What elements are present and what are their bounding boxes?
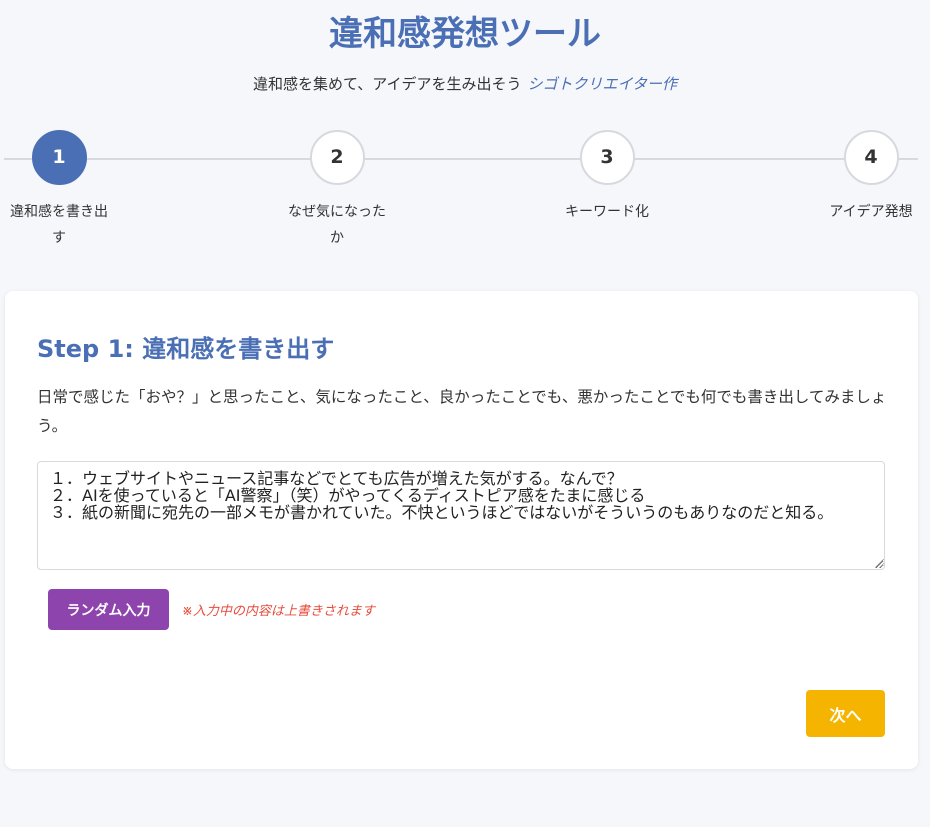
step-2-circle: 2: [309, 130, 365, 185]
step-1: 1 違和感を書き出す: [0, 130, 119, 251]
step-3-circle: 3: [579, 130, 635, 185]
random-input-button[interactable]: ランダム入力: [48, 589, 169, 630]
step-4-circle: 4: [843, 130, 899, 185]
discomfort-input[interactable]: １．ウェブサイトやニュース記事などでとても広告が増えた気がする。なんで？ ２．A…: [37, 461, 885, 570]
step-3: 3 キーワード化: [547, 130, 667, 225]
overwrite-warning: ※入力中の内容は上書きされます: [182, 604, 375, 619]
step-4-label: アイデア発想: [829, 204, 913, 220]
resize-handle-icon[interactable]: [875, 559, 884, 568]
app-title: 違和感発想ツール: [329, 14, 601, 54]
step-title: Step 1: 違和感を書き出す: [37, 335, 335, 363]
step-2: 2 なぜ気になったか: [277, 130, 397, 251]
step-1-circle: 1: [31, 130, 87, 185]
step-card: Step 1: 違和感を書き出す 日常で感じた「おや？」と思ったこと、気になった…: [5, 291, 918, 769]
step-4: 4 アイデア発想: [811, 130, 930, 225]
step-2-label: なぜ気になったか: [288, 204, 386, 246]
step-connector-line: [4, 158, 918, 160]
next-button[interactable]: 次へ: [806, 690, 885, 737]
author-credit: シゴトクリエイター作: [527, 75, 677, 93]
step-description: 日常で感じた「おや？」と思ったこと、気になったこと、良かったことでも、悪かったこ…: [37, 388, 887, 435]
app-subtitle: 違和感を集めて、アイデアを生み出そう シゴトクリエイター作: [0, 73, 930, 94]
step-1-label: 違和感を書き出す: [10, 204, 108, 246]
step-progress: 1 違和感を書き出す 2 なぜ気になったか 3 キーワード化 4 アイデア発想: [0, 130, 930, 250]
subtitle-text: 違和感を集めて、アイデアを生み出そう: [253, 75, 522, 93]
step-3-label: キーワード化: [565, 204, 649, 220]
